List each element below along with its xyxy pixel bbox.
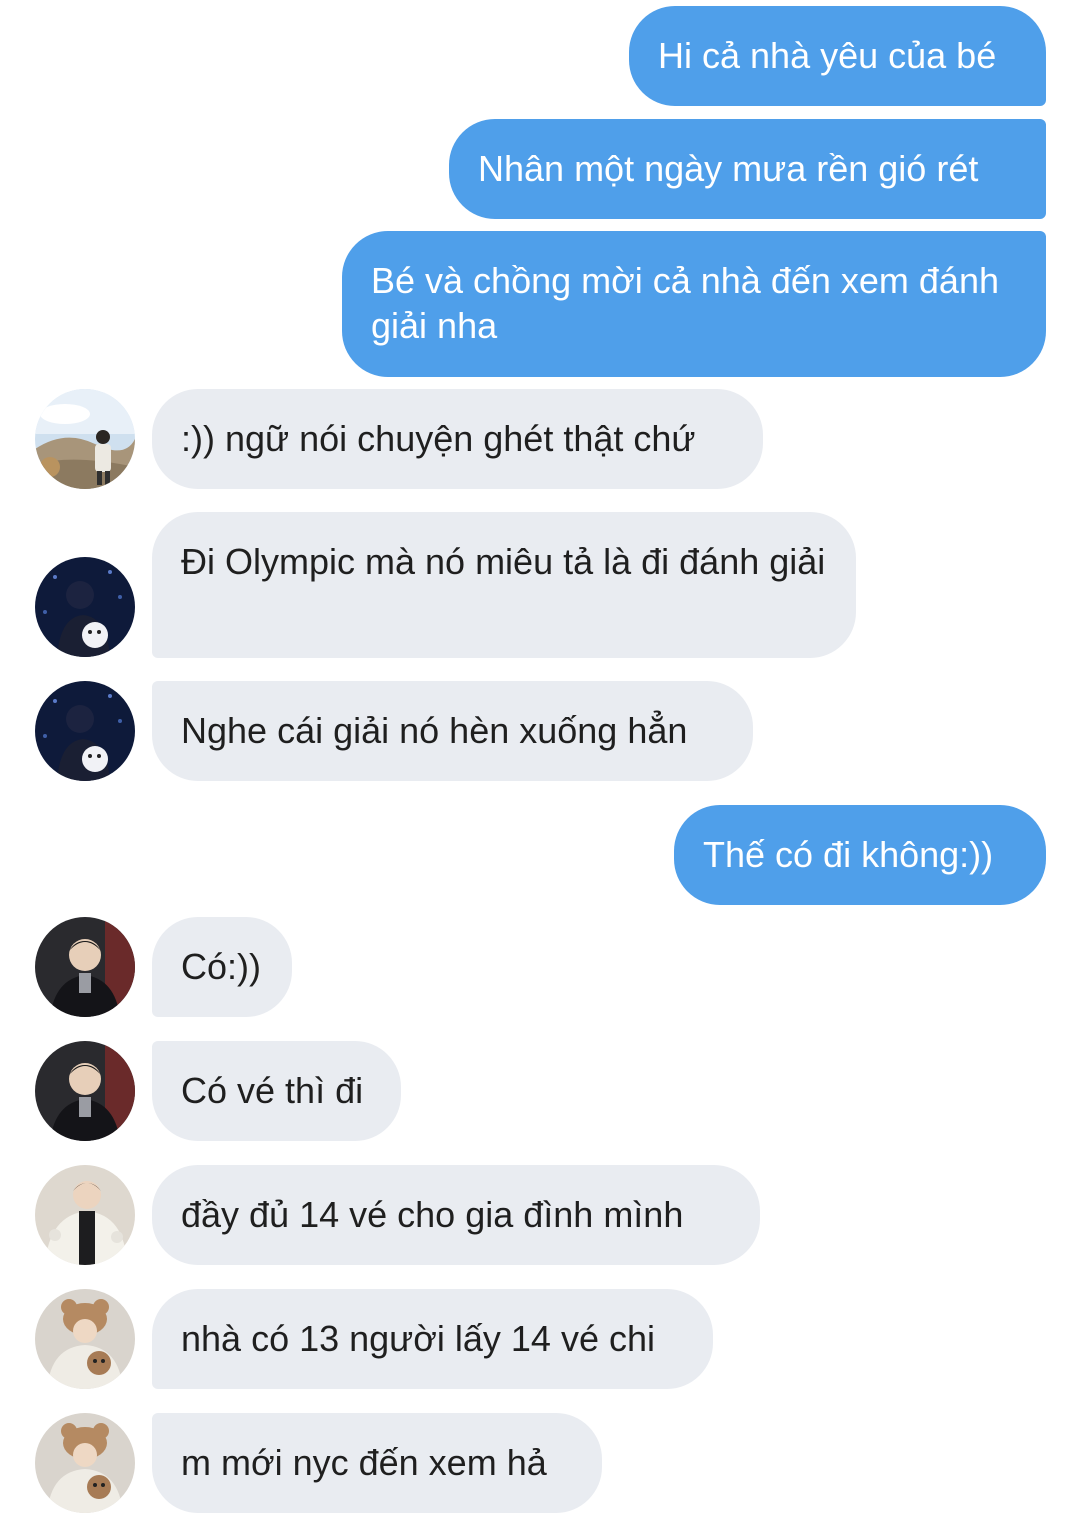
outgoing-message-bubble[interactable]: Thế có đi không:))	[674, 805, 1046, 905]
message-text: Nghe cái giải nó hèn xuống hẳn	[181, 710, 688, 751]
incoming-message-bubble[interactable]: nhà có 13 người lấy 14 vé chi	[152, 1289, 713, 1389]
message-text: Hi cả nhà yêu của bé	[658, 35, 997, 76]
message-text: Nhân một ngày mưa rền gió rét	[478, 148, 979, 189]
message-text: m mới nyc đến xem hả	[181, 1442, 547, 1483]
night-person-avatar[interactable]	[35, 557, 135, 657]
incoming-message-bubble[interactable]: Đi Olympic mà nó miêu tả là đi đánh giải	[152, 512, 856, 658]
incoming-message-bubble[interactable]: m mới nyc đến xem hả	[152, 1413, 602, 1513]
message-text: Có vé thì đi	[181, 1070, 364, 1111]
outgoing-message-bubble[interactable]: Bé và chồng mời cả nhà đến xem đánh giải…	[342, 231, 1046, 377]
suit-person-avatar[interactable]	[35, 1041, 135, 1141]
message-text: Bé và chồng mời cả nhà đến xem đánh giải…	[371, 260, 999, 346]
incoming-message-bubble[interactable]: :)) ngữ nói chuyện ghét thật chứ	[152, 389, 763, 489]
outgoing-message-bubble[interactable]: Hi cả nhà yêu của bé	[629, 6, 1046, 106]
message-text: nhà có 13 người lấy 14 vé chi	[181, 1318, 655, 1359]
night-person-avatar[interactable]	[35, 681, 135, 781]
message-text: :)) ngữ nói chuyện ghét thật chứ	[181, 418, 696, 459]
message-text: Có:))	[181, 946, 261, 987]
incoming-message-bubble[interactable]: Nghe cái giải nó hèn xuống hẳn	[152, 681, 753, 781]
incoming-message-bubble[interactable]: Có vé thì đi	[152, 1041, 401, 1141]
bear-hat-person-avatar[interactable]	[35, 1413, 135, 1513]
message-text: Đi Olympic mà nó miêu tả là đi đánh giải	[181, 541, 826, 582]
incoming-message-bubble[interactable]: đầy đủ 14 vé cho gia đình mình	[152, 1165, 760, 1265]
bear-hat-person-avatar[interactable]	[35, 1289, 135, 1389]
incoming-message-bubble[interactable]: Có:))	[152, 917, 292, 1017]
message-text: Thế có đi không:))	[703, 834, 994, 875]
message-text: đầy đủ 14 vé cho gia đình mình	[181, 1194, 684, 1235]
fluffy-coat-person-avatar[interactable]	[35, 1165, 135, 1265]
landscape-person-avatar[interactable]	[35, 389, 135, 489]
outgoing-message-bubble[interactable]: Nhân một ngày mưa rền gió rét	[449, 119, 1046, 219]
suit-person-avatar[interactable]	[35, 917, 135, 1017]
